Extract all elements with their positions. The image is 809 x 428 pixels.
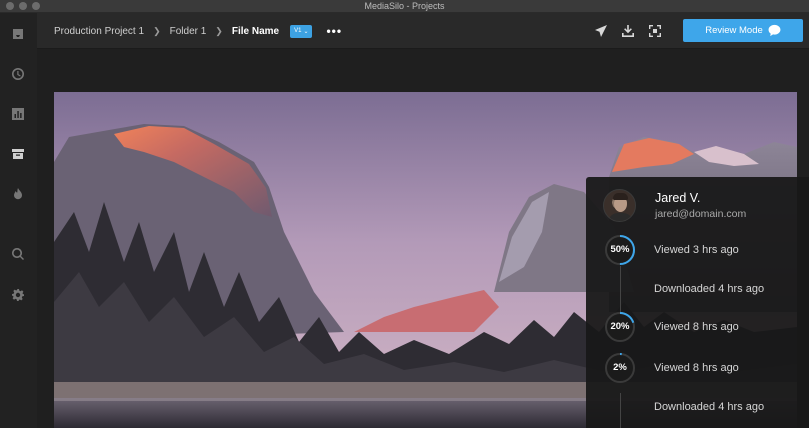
fullscreen-icon[interactable] xyxy=(648,24,662,38)
progress-ring: 50% xyxy=(604,234,636,266)
user-email: jared@domain.com xyxy=(655,208,747,220)
gear-icon[interactable] xyxy=(11,288,25,302)
avatar xyxy=(603,189,636,222)
breadcrumb-project[interactable]: Production Project 1 xyxy=(54,26,144,37)
progress-ring: 20% xyxy=(604,311,636,343)
review-mode-button[interactable]: Review Mode xyxy=(683,19,803,42)
activity-event: Viewed 8 hrs ago xyxy=(654,362,739,374)
progress-ring: 2% xyxy=(604,352,636,384)
progress-label: 20% xyxy=(610,321,630,332)
user-name: Jared V. xyxy=(655,191,701,205)
flame-icon[interactable] xyxy=(11,187,25,201)
top-toolbar: Production Project 1 ❯ Folder 1 ❯ File N… xyxy=(37,13,809,49)
version-dropdown[interactable]: V1 ⌄ xyxy=(290,24,313,38)
download-icon[interactable] xyxy=(621,24,635,38)
send-icon[interactable] xyxy=(594,24,608,38)
version-label: V1 xyxy=(294,28,302,34)
window-titlebar: MediaSilo - Projects xyxy=(0,0,809,13)
chart-icon[interactable] xyxy=(11,107,25,121)
breadcrumb-file-name: File Name xyxy=(231,25,280,37)
search-icon[interactable] xyxy=(11,247,25,261)
activity-event: Downloaded 4 hrs ago xyxy=(654,283,765,295)
more-options-button[interactable]: ••• xyxy=(326,24,342,38)
activity-event: Viewed 8 hrs ago xyxy=(654,321,739,333)
timeline-connector xyxy=(620,266,621,314)
chevron-right-icon: ❯ xyxy=(153,25,161,36)
breadcrumb-folder[interactable]: Folder 1 xyxy=(170,26,207,37)
chevron-right-icon: ❯ xyxy=(215,25,223,36)
sidebar xyxy=(0,13,37,428)
inbox-icon[interactable] xyxy=(11,27,25,41)
window-title: MediaSilo - Projects xyxy=(364,1,445,11)
breadcrumb: Production Project 1 ❯ Folder 1 ❯ File N… xyxy=(54,13,342,49)
archive-icon[interactable] xyxy=(11,147,25,161)
activity-event: Viewed 3 hrs ago xyxy=(654,244,739,256)
activity-event: Downloaded 4 hrs ago xyxy=(654,401,765,413)
timeline-connector xyxy=(620,393,621,428)
chevron-down-icon: ⌄ xyxy=(303,28,309,35)
progress-label: 50% xyxy=(610,244,630,255)
progress-label: 2% xyxy=(613,362,627,373)
activity-panel: Jared V. jared@domain.com 50% Viewed 3 h… xyxy=(586,177,809,428)
chat-bubble-icon xyxy=(768,24,781,37)
review-mode-label: Review Mode xyxy=(705,25,763,36)
clock-icon[interactable] xyxy=(11,67,25,81)
